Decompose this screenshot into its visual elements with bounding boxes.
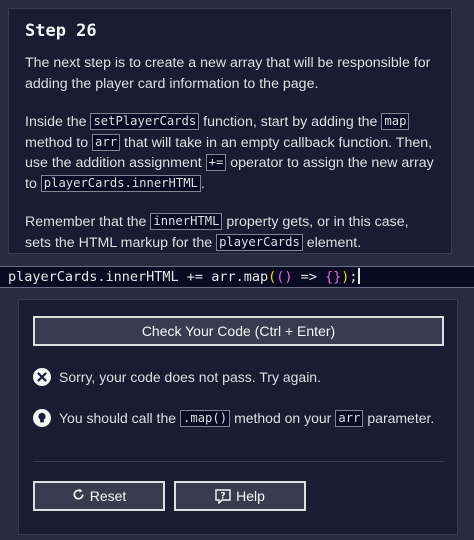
step-paragraph-1: The next step is to create a new array t… [25, 55, 431, 92]
reset-button[interactable]: Reset [33, 481, 165, 511]
help-icon: ? [215, 488, 231, 504]
text-cursor [357, 268, 360, 284]
reset-icon [72, 488, 85, 504]
output-panel: Check Your Code (Ctrl + Enter) Sorry, yo… [18, 299, 458, 535]
error-message: Sorry, your code does not pass. Try agai… [33, 368, 321, 386]
code-inner-parens: () [276, 269, 293, 285]
code-playerCards: playerCards [216, 233, 303, 251]
help-label: Help [236, 488, 265, 504]
code-map: map [381, 113, 410, 130]
hint-text-1: You should call the [59, 410, 177, 426]
hint-text-3: parameter. [367, 410, 435, 426]
p2-text-1: Inside the [25, 114, 91, 130]
hint-text-2: method on your [234, 410, 332, 426]
step-description-panel: Step 26 The next step is to create a new… [8, 8, 452, 254]
error-x-icon [33, 368, 51, 386]
p2-text-6: . [200, 175, 205, 192]
error-text: Sorry, your code does not pass. Try agai… [59, 369, 321, 385]
code-plus-equals: += [205, 154, 227, 171]
code-braces: {} [325, 269, 342, 285]
divider [33, 461, 444, 462]
p3-text-1: Remember that the [25, 214, 151, 230]
hint-message: You should call the .map() method on you… [33, 409, 434, 427]
step-paragraph-2: Inside the setPlayerCards function, star… [25, 112, 437, 194]
code-editor-line[interactable]: playerCards.innerHTML += arr.map(() => {… [0, 266, 474, 288]
code-arr: arr [92, 133, 121, 151]
check-code-button[interactable]: Check Your Code (Ctrl + Enter) [33, 316, 444, 346]
p3-text-3: element. [302, 234, 362, 251]
reset-label: Reset [89, 488, 127, 504]
code-innerHTML: innerHTML [150, 213, 223, 230]
hint-code-arr: arr [335, 409, 364, 427]
p2-text-2: function, start by adding the [199, 114, 382, 130]
lightbulb-icon [33, 409, 51, 427]
code-paren-open: ( [268, 269, 277, 285]
editor-code-text[interactable]: playerCards.innerHTML += arr.map(() => {… [8, 268, 360, 287]
code-setPlayerCards: setPlayerCards [90, 113, 200, 130]
code-arrow: => [292, 269, 326, 285]
help-icon-glyph: ? [220, 491, 225, 501]
step-paragraph-3: Remember that the innerHTML property get… [25, 212, 437, 253]
step-title: Step 26 [25, 21, 97, 41]
code-prefix: playerCards.innerHTML += arr.map [8, 269, 269, 285]
help-button[interactable]: ? Help [174, 481, 306, 511]
code-playerCards-innerHTML: playerCards.innerHTML [40, 174, 201, 192]
code-semicolon: ; [349, 269, 358, 285]
p2-text-3: method to [25, 134, 93, 151]
hint-code-map: .map() [180, 409, 231, 427]
